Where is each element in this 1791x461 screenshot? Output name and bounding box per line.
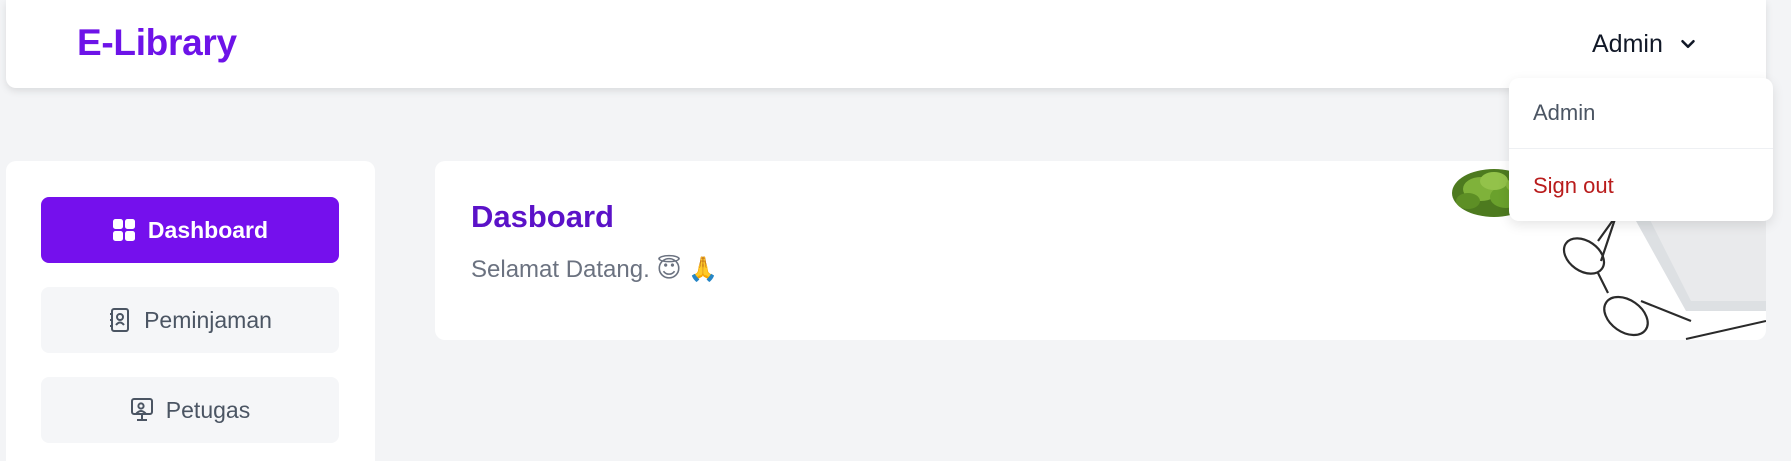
user-menu-label: Admin bbox=[1592, 29, 1663, 58]
sidebar-item-dashboard[interactable]: Dashboard bbox=[41, 197, 339, 263]
sidebar-item-petugas[interactable]: Petugas bbox=[41, 377, 339, 443]
sign-out-button[interactable]: Sign out bbox=[1509, 150, 1773, 221]
address-book-icon bbox=[110, 308, 130, 332]
sidebar-item-peminjaman[interactable]: Peminjaman bbox=[41, 287, 339, 353]
sidebar-item-label: Peminjaman bbox=[144, 306, 272, 333]
staff-monitor-icon bbox=[130, 398, 153, 421]
dropdown-item-label: Sign out bbox=[1533, 172, 1614, 198]
sidebar-item-label: Dashboard bbox=[147, 216, 269, 243]
top-navbar: E-Library Admin bbox=[6, 0, 1766, 88]
sidebar-item-label: Petugas bbox=[165, 396, 251, 423]
page-title: Dasboard bbox=[471, 199, 614, 234]
dashboard-grid-icon bbox=[112, 219, 135, 241]
sidebar: Dashboard Peminjaman Petugas bbox=[6, 161, 375, 461]
chevron-down-icon bbox=[1681, 39, 1695, 49]
user-dropdown-menu: Admin Sign out bbox=[1509, 78, 1773, 221]
brand-logo[interactable]: E-Library bbox=[77, 22, 237, 64]
user-menu-toggle[interactable]: Admin bbox=[1592, 26, 1699, 62]
dropdown-item-label: Admin bbox=[1533, 100, 1596, 125]
welcome-message: Selamat Datang. 😇 🙏 bbox=[471, 256, 719, 283]
dropdown-item-admin[interactable]: Admin bbox=[1509, 78, 1773, 149]
